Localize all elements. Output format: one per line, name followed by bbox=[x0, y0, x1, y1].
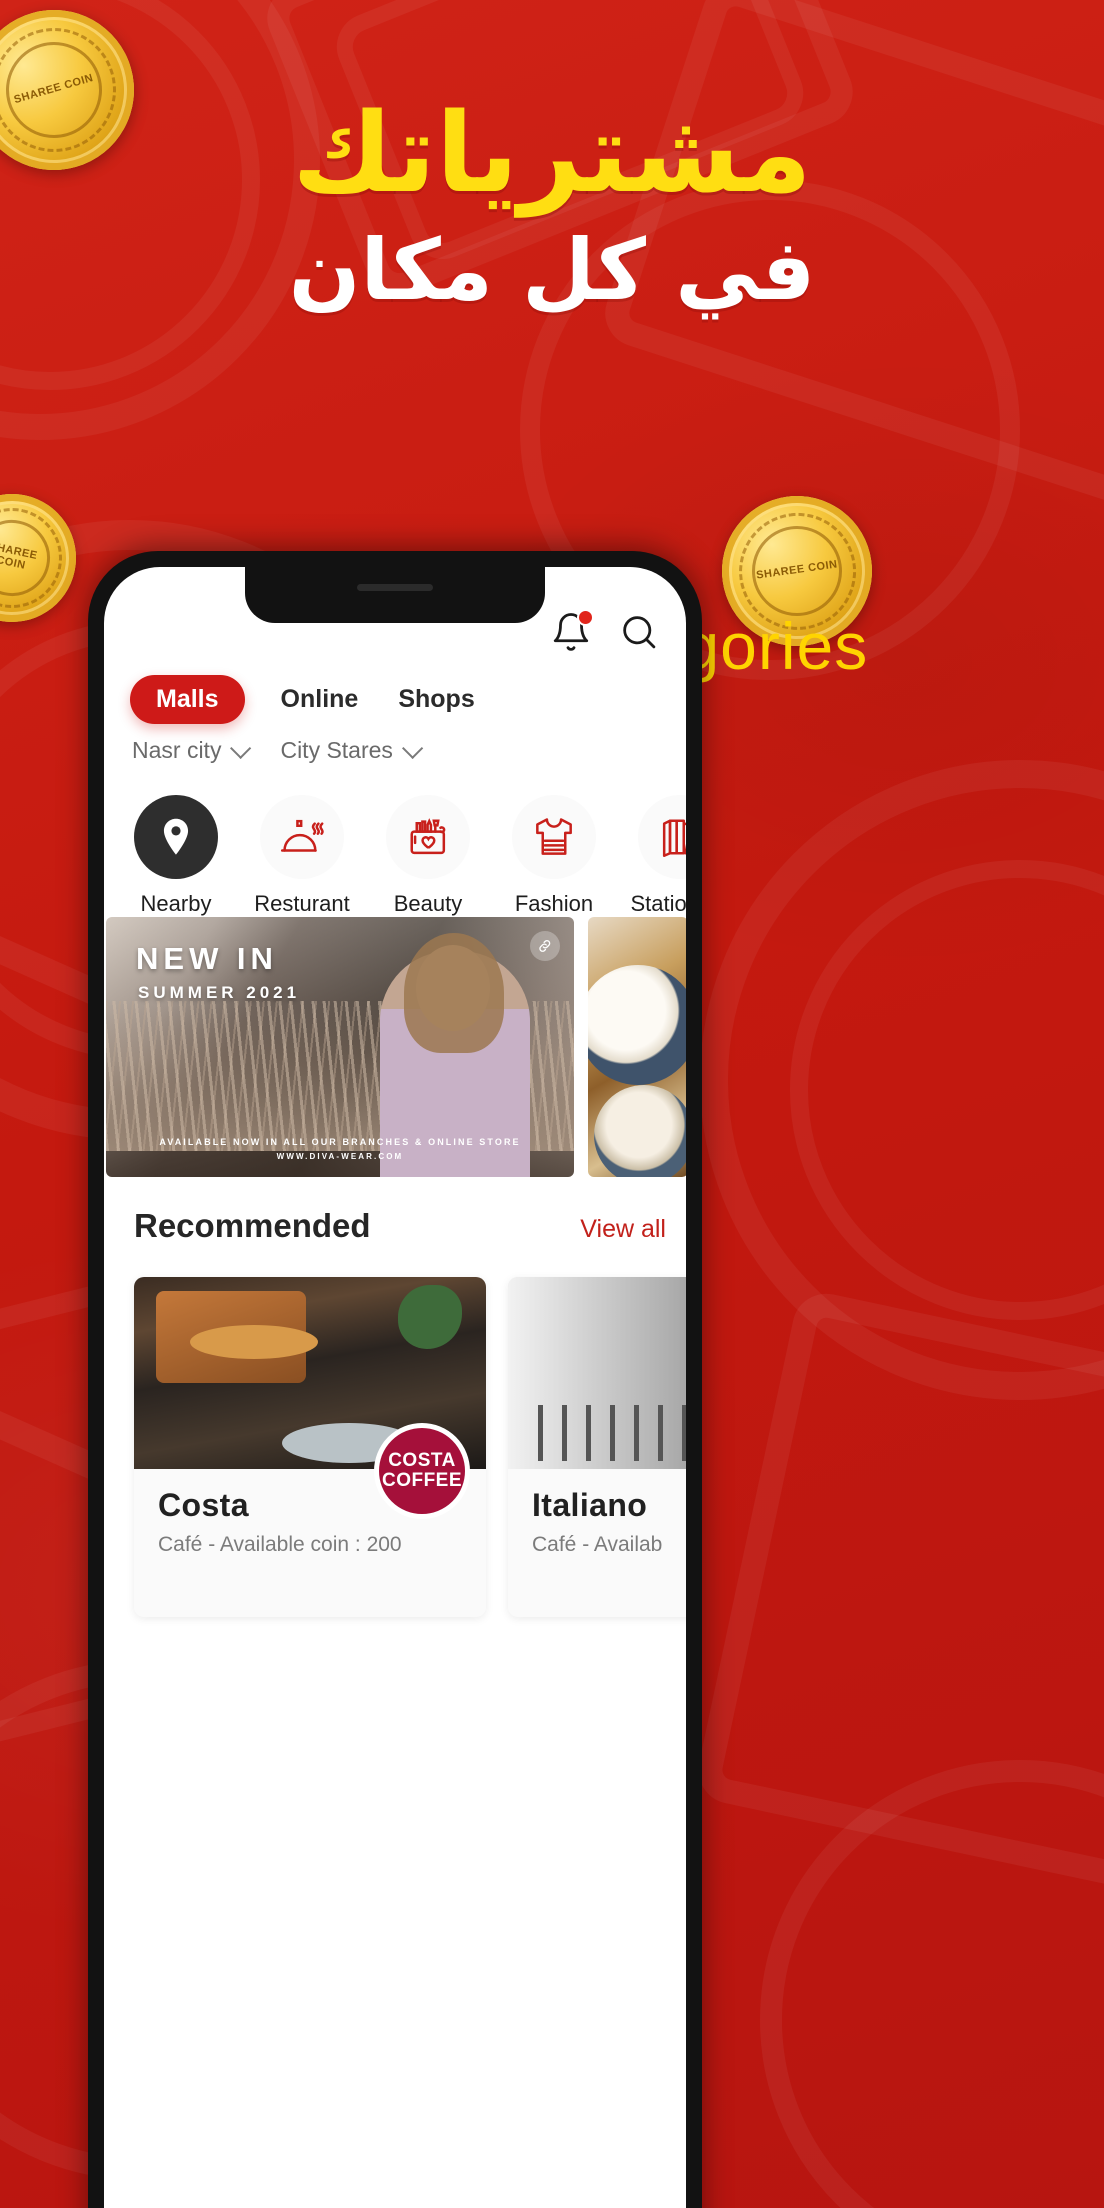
search-icon[interactable] bbox=[618, 611, 660, 653]
brand-logo-line2: COFFEE bbox=[381, 1470, 463, 1491]
category-beauty[interactable]: Beauty bbox=[380, 795, 476, 917]
filter-store-label: City Stares bbox=[280, 737, 393, 763]
phone-screen: Malls Online Shops Nasr city City Stares bbox=[104, 567, 686, 2208]
banner-footer-line2: WWW.DIVA-WEAR.COM bbox=[276, 1152, 404, 1161]
card-subtitle: Café - Available coin : 200 bbox=[158, 1533, 402, 1556]
phone-notch bbox=[245, 567, 545, 623]
banner-title: NEW IN bbox=[136, 941, 278, 976]
earpiece-speaker bbox=[357, 584, 433, 591]
recommended-card[interactable]: Italiano Café - Availab bbox=[508, 1277, 686, 1617]
tab-online[interactable]: Online bbox=[277, 675, 363, 724]
decorative-circle bbox=[760, 1760, 1104, 2208]
card-subtitle: Café - Availab bbox=[532, 1533, 663, 1556]
category-label: Beauty bbox=[393, 891, 463, 916]
category-tabs: Malls Online Shops bbox=[130, 675, 666, 724]
tab-malls[interactable]: Malls bbox=[130, 675, 245, 724]
filter-row: Nasr city City Stares bbox=[132, 737, 424, 764]
category-fashion[interactable]: Fashion bbox=[506, 795, 602, 917]
card-body: Italiano Café - Availab bbox=[508, 1469, 686, 1579]
card-thumbnail bbox=[508, 1277, 686, 1469]
category-stationary[interactable]: Stationary bbox=[630, 795, 686, 917]
category-resturant[interactable]: Resturant bbox=[254, 795, 350, 917]
filter-store[interactable]: City Stares bbox=[280, 737, 424, 764]
promo-banner-carousel: NEW IN SUMMER 2021 AVAILABLE NOW IN ALL … bbox=[104, 917, 686, 1177]
category-label: Nearby bbox=[140, 891, 212, 916]
brand-logo-costa: COSTA COFFEE bbox=[374, 1423, 470, 1519]
banner-footer-line1: AVAILABLE NOW IN ALL OUR BRANCHES & ONLI… bbox=[159, 1137, 521, 1147]
recommended-title: Recommended bbox=[134, 1207, 371, 1244]
makeup-bag-icon bbox=[386, 795, 470, 879]
recommended-card-list: COSTA COFFEE Costa Café - Available coin… bbox=[134, 1277, 686, 1617]
link-chain-icon[interactable] bbox=[530, 931, 560, 961]
category-nearby[interactable]: Nearby bbox=[128, 795, 224, 917]
banner-food-plate bbox=[588, 965, 686, 1085]
filter-city-label: Nasr city bbox=[132, 737, 222, 763]
headline-arabic-line1: مشترياتك bbox=[292, 89, 812, 217]
banner-card-diva[interactable]: NEW IN SUMMER 2021 AVAILABLE NOW IN ALL … bbox=[106, 917, 574, 1177]
recommended-card[interactable]: COSTA COFFEE Costa Café - Available coin… bbox=[134, 1277, 486, 1617]
banner-card-next[interactable] bbox=[588, 917, 686, 1177]
headline-arabic-line2: في كل مكان bbox=[288, 220, 816, 319]
banner-food-plate bbox=[594, 1085, 686, 1177]
food-cloche-icon bbox=[260, 795, 344, 879]
tshirt-icon bbox=[512, 795, 596, 879]
chevron-down-icon bbox=[401, 737, 424, 759]
location-pin-icon bbox=[134, 795, 218, 879]
phone-mockup: Malls Online Shops Nasr city City Stares bbox=[88, 551, 702, 2208]
recommended-header: Recommended View all bbox=[134, 1207, 666, 1245]
card-title: Italiano bbox=[532, 1487, 648, 1523]
brand-logo-line1: COSTA bbox=[388, 1450, 456, 1472]
view-all-link[interactable]: View all bbox=[580, 1215, 666, 1244]
app-topbar bbox=[550, 609, 660, 653]
bell-icon[interactable] bbox=[550, 609, 594, 653]
thumbnail-plant bbox=[398, 1285, 462, 1349]
banner-subtitle: SUMMER 2021 bbox=[138, 983, 301, 1002]
promo-headline: مشترياتك في كل مكان bbox=[0, 89, 1104, 319]
category-label: Stationary bbox=[630, 891, 686, 916]
filter-city[interactable]: Nasr city bbox=[132, 737, 252, 764]
category-label: Resturant bbox=[254, 891, 350, 916]
category-icon-row: Nearby Resturant Beauty Fashion Statio bbox=[128, 795, 686, 917]
chevron-down-icon bbox=[230, 737, 252, 759]
coin-label: SHAREE COIN bbox=[746, 520, 848, 622]
books-icon bbox=[638, 795, 686, 879]
category-label: Fashion bbox=[514, 891, 594, 916]
coin-label: SHAREE COIN bbox=[0, 512, 58, 604]
tab-shops[interactable]: Shops bbox=[394, 675, 478, 724]
notification-badge bbox=[577, 609, 594, 626]
